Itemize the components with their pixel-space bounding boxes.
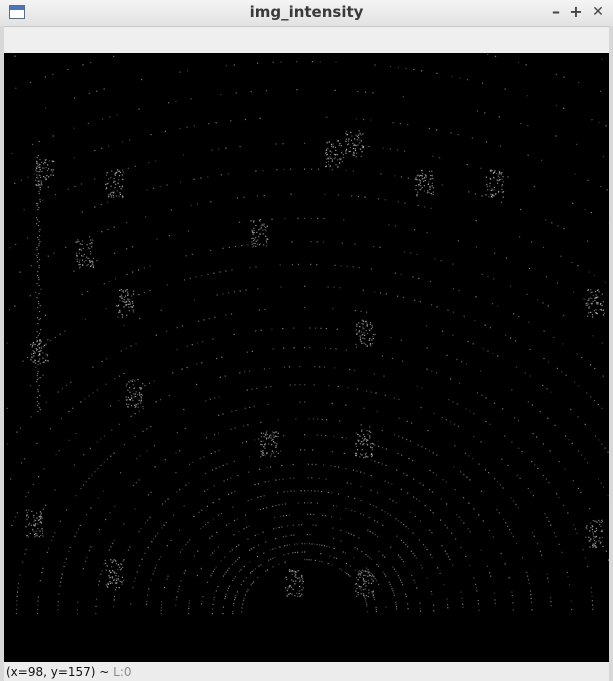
image-viewport[interactable]	[4, 53, 609, 662]
close-button[interactable]: ✕	[589, 2, 607, 22]
lidar-points	[6, 53, 609, 615]
status-bar: (x=98, y=157) ~ L:0	[4, 664, 609, 681]
pyramid-level: L:0	[109, 665, 132, 679]
minimize-button[interactable]: –	[547, 2, 565, 22]
cursor-coordinates: (x=98, y=157) ~	[6, 665, 110, 679]
window-border-right	[609, 26, 613, 681]
title-bar[interactable]: img_intensity – + ✕	[0, 0, 613, 27]
maximize-button[interactable]: +	[567, 2, 585, 22]
lidar-intensity-image[interactable]	[4, 53, 609, 662]
image-window: img_intensity – + ✕ (x=98, y=157) ~ L:0	[0, 0, 613, 681]
window-title: img_intensity	[249, 3, 364, 21]
toolbar-area	[4, 27, 609, 54]
